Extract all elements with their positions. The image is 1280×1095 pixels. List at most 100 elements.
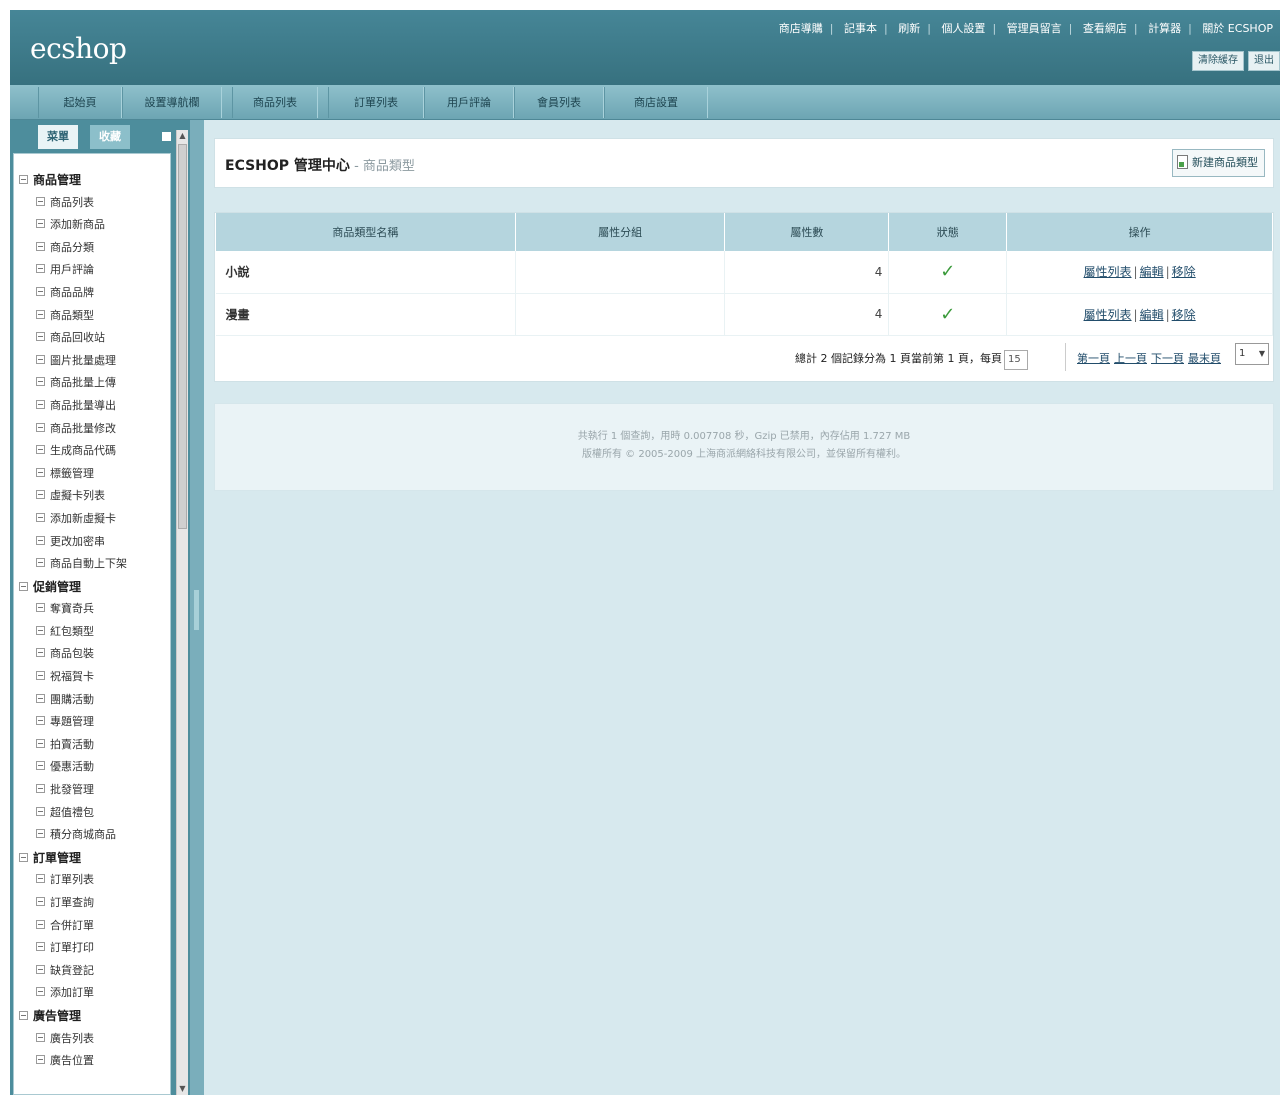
menu-item[interactable]: 添加新商品 (14, 214, 170, 237)
attr-list-link[interactable]: 屬性列表 (1084, 265, 1132, 279)
cell-status[interactable]: ✓ (888, 251, 1008, 294)
collapse-icon[interactable] (19, 852, 28, 862)
menu-item[interactable]: 積分商城商品 (14, 824, 170, 847)
menu-item[interactable]: 團購活動 (14, 689, 170, 712)
top-link-personal-settings[interactable]: 個人設置 (934, 22, 992, 35)
menu-item[interactable]: 商品品牌 (14, 282, 170, 305)
menu-item[interactable]: 商品分類 (14, 237, 170, 260)
add-goods-type-button[interactable]: 新建商品類型 (1172, 149, 1265, 177)
menu-group[interactable]: 商品管理 (14, 169, 170, 192)
menu-item[interactable]: 商品回收站 (14, 327, 170, 350)
clear-cache-button[interactable]: 清除緩存 (1192, 51, 1244, 71)
menu-item[interactable]: 添加訂單 (14, 982, 170, 1005)
menu-item[interactable]: 商品批量上傳 (14, 372, 170, 395)
tab-store-settings[interactable]: 商店設置 (604, 87, 708, 118)
frame-splitter[interactable] (190, 120, 204, 1095)
top-link-about[interactable]: 關於 ECSHOP (1195, 22, 1280, 35)
scrollbar-thumb[interactable] (178, 144, 187, 529)
menu-item[interactable]: 訂單列表 (14, 869, 170, 892)
menu-item[interactable]: 批發管理 (14, 779, 170, 802)
cell-type-name[interactable]: 小說 (215, 251, 516, 294)
menu-item[interactable]: 圖片批量處理 (14, 350, 170, 373)
cell-status[interactable]: ✓ (888, 293, 1008, 336)
logout-button[interactable]: 退出 (1248, 51, 1280, 71)
menu-item-icon (36, 738, 45, 748)
sidebar-scrollbar[interactable]: ▲ ▼ (176, 130, 188, 1095)
menu-item[interactable]: 超值禮包 (14, 802, 170, 825)
tab-nav-settings[interactable]: 設置導航欄 (122, 87, 222, 118)
last-page-link[interactable]: 最末頁 (1188, 352, 1221, 365)
prev-page-link[interactable]: 上一頁 (1114, 352, 1147, 365)
sidebar-tab-menu[interactable]: 菜單 (38, 125, 78, 149)
menu-item-label: 標籤管理 (50, 466, 94, 480)
tab-home[interactable]: 起始頁 (38, 87, 122, 118)
top-link-calculator[interactable]: 計算器 (1141, 22, 1188, 35)
menu-item-label: 添加新商品 (50, 218, 105, 232)
menu-item[interactable]: 訂單打印 (14, 937, 170, 960)
menu-item[interactable]: 商品批量導出 (14, 395, 170, 418)
top-link-guide[interactable]: 商店導購 (772, 22, 830, 35)
menu-item[interactable]: 缺貨登記 (14, 960, 170, 983)
menu-item[interactable]: 專題管理 (14, 711, 170, 734)
menu-item[interactable]: 廣告位置 (14, 1050, 170, 1073)
menu-item[interactable]: 拍賣活動 (14, 734, 170, 757)
col-header-name[interactable]: 商品類型名稱 (215, 213, 516, 251)
scroll-down-icon[interactable]: ▼ (178, 1083, 187, 1095)
top-link-refresh[interactable]: 刷新 (891, 22, 927, 35)
top-link-notepad[interactable]: 記事本 (837, 22, 884, 35)
menu-item[interactable]: 商品批量修改 (14, 418, 170, 441)
menu-item[interactable]: 更改加密串 (14, 531, 170, 554)
remove-link[interactable]: 移除 (1172, 265, 1196, 279)
collapse-icon[interactable] (19, 175, 28, 184)
menu-item[interactable]: 生成商品代碼 (14, 440, 170, 463)
menu-item[interactable]: 虛擬卡列表 (14, 485, 170, 508)
menu-group[interactable]: 訂單管理 (14, 847, 170, 870)
splitter-grip-icon[interactable] (194, 590, 199, 630)
page-select[interactable]: 1 ▼ (1235, 343, 1269, 365)
collapse-icon[interactable] (19, 581, 28, 591)
next-page-link[interactable]: 下一頁 (1151, 352, 1184, 365)
menu-item[interactable]: 廣告列表 (14, 1028, 170, 1051)
menu-item[interactable]: 添加新虛擬卡 (14, 508, 170, 531)
col-header-group[interactable]: 屬性分組 (514, 213, 726, 251)
edit-link[interactable]: 編輯 (1140, 308, 1164, 322)
first-page-link[interactable]: 第一頁 (1077, 352, 1110, 365)
top-link-admin-messages[interactable]: 管理員留言 (1000, 22, 1069, 35)
menu-group[interactable]: 廣告管理 (14, 1005, 170, 1028)
menu-item[interactable]: 商品類型 (14, 305, 170, 328)
menu-item[interactable]: 商品自動上下架 (14, 553, 170, 576)
scroll-up-icon[interactable]: ▲ (178, 130, 187, 142)
menu-item[interactable]: 優惠活動 (14, 756, 170, 779)
menu-item[interactable]: 商品列表 (14, 192, 170, 215)
menu-group[interactable]: 促銷管理 (14, 576, 170, 599)
tab-member-list[interactable]: 會員列表 (514, 87, 604, 118)
remove-link[interactable]: 移除 (1172, 308, 1196, 322)
menu-item[interactable]: 用戶評論 (14, 259, 170, 282)
menu-item-icon (36, 196, 45, 206)
menu-item[interactable]: 紅包類型 (14, 621, 170, 644)
cell-type-name[interactable]: 漫畫 (215, 293, 516, 336)
menu-item-label: 商品列表 (50, 195, 94, 209)
col-header-status[interactable]: 狀態 (888, 213, 1008, 251)
collapse-icon[interactable] (19, 1010, 28, 1020)
menu-item[interactable]: 祝福賀卡 (14, 666, 170, 689)
menu-item[interactable]: 合併訂單 (14, 915, 170, 938)
menu-item[interactable]: 標籤管理 (14, 463, 170, 486)
cell-ops: 屬性列表 | 編輯 | 移除 (1006, 251, 1273, 294)
check-icon[interactable]: ✓ (940, 304, 955, 325)
menu-item[interactable]: 商品包裝 (14, 643, 170, 666)
edit-link[interactable]: 編輯 (1140, 265, 1164, 279)
sidebar-collapse-icon[interactable] (162, 132, 171, 141)
col-header-count[interactable]: 屬性數 (724, 213, 890, 251)
page-size-input[interactable]: 15 (1003, 350, 1028, 370)
top-link-view-store[interactable]: 查看網店 (1076, 22, 1134, 35)
sidebar-tab-favorites[interactable]: 收藏 (90, 125, 130, 149)
tab-goods-list[interactable]: 商品列表 (232, 87, 318, 118)
check-icon[interactable]: ✓ (940, 261, 955, 282)
menu-item[interactable]: 奪寶奇兵 (14, 598, 170, 621)
menu-item[interactable]: 訂單查詢 (14, 892, 170, 915)
tab-order-list[interactable]: 訂單列表 (328, 87, 424, 118)
main-content: ECSHOP 管理中心 - 商品類型 新建商品類型 商品類型名稱 屬性分組 屬性… (204, 120, 1280, 1095)
tab-user-comments[interactable]: 用戶評論 (424, 87, 514, 118)
attr-list-link[interactable]: 屬性列表 (1084, 308, 1132, 322)
